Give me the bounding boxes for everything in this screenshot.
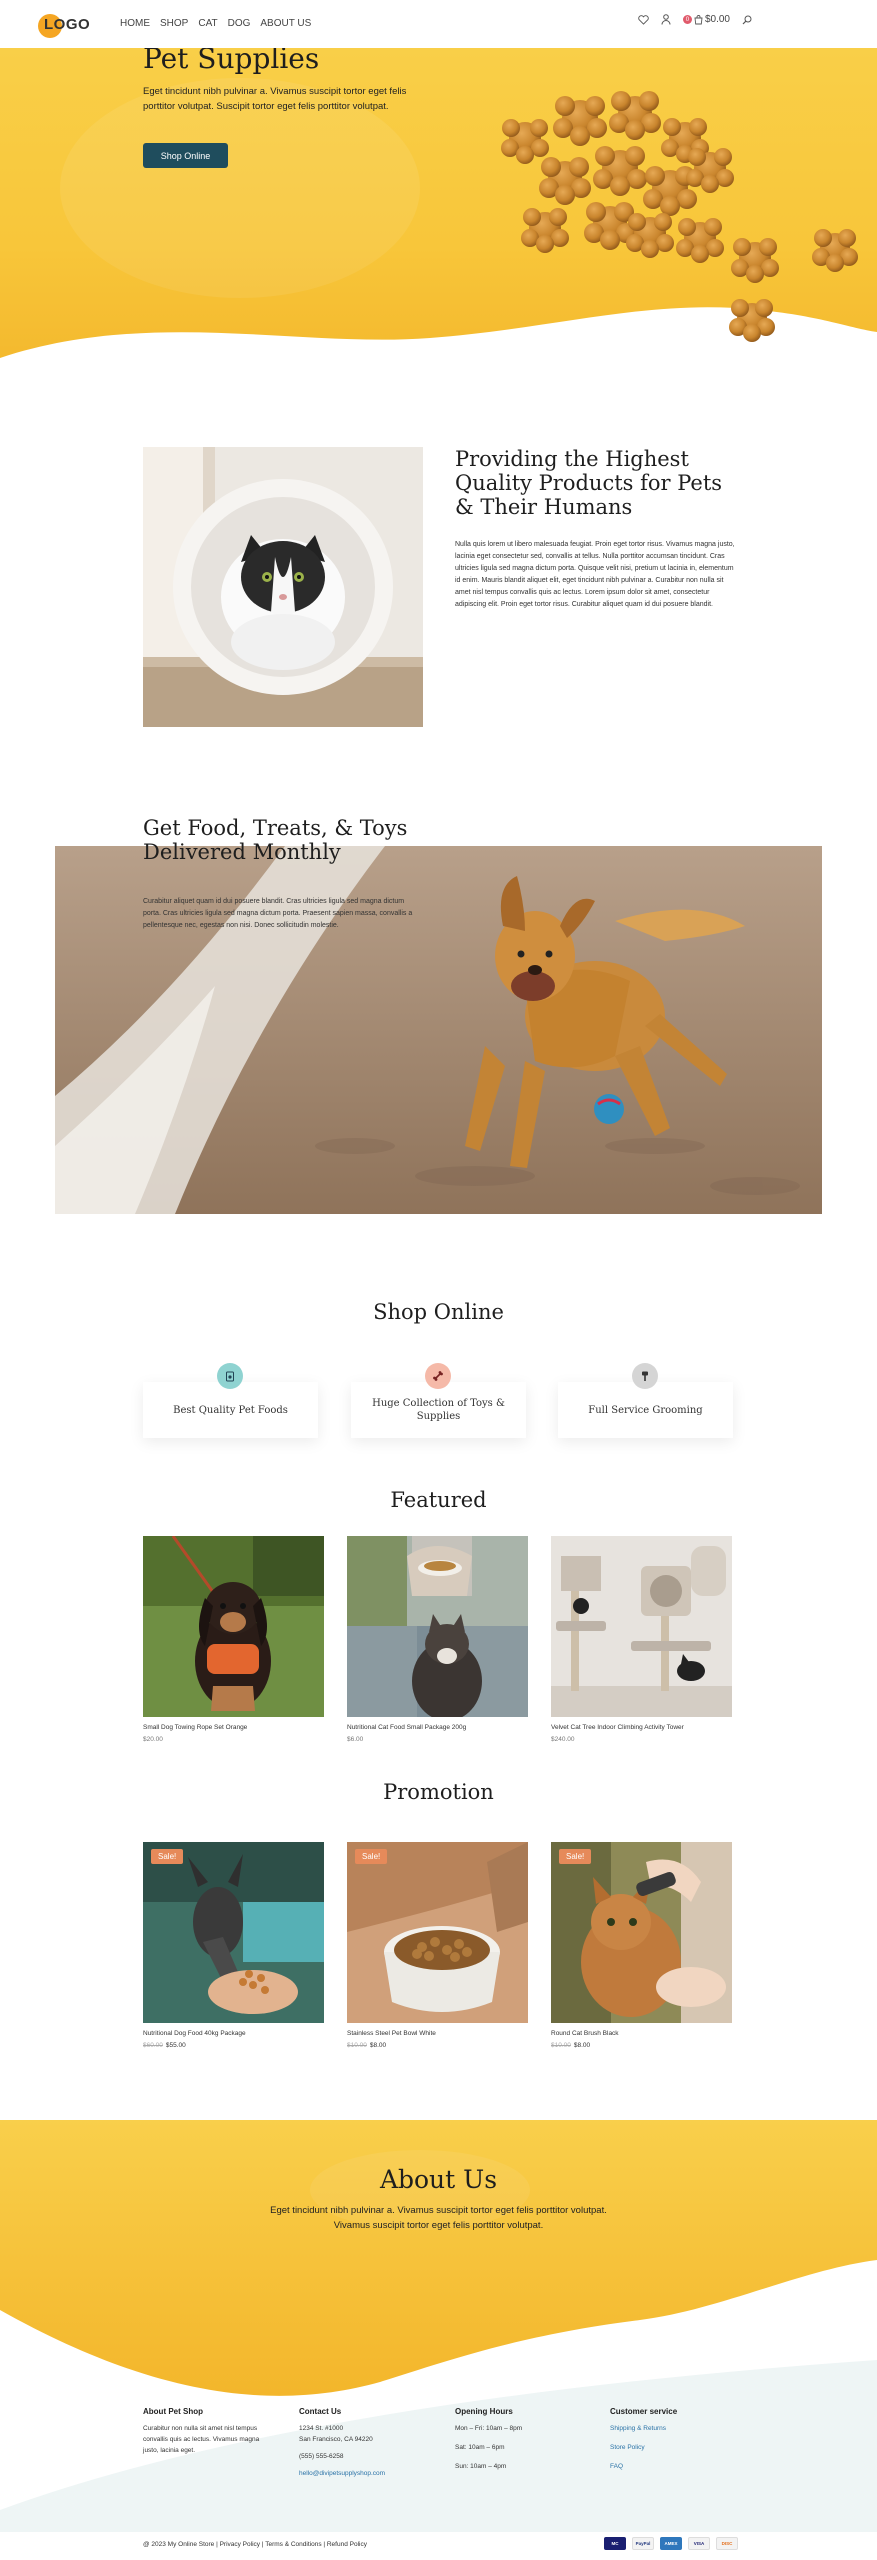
product-name[interactable]: Round Cat Brush Black [551, 2030, 732, 2037]
food-text: Curabitur aliquet quam id dui posuere bl… [143, 898, 413, 929]
product-name[interactable]: Velvet Cat Tree Indoor Climbing Activity… [551, 1724, 732, 1731]
footer-address-line2: San Francisco, CA 94220 [299, 2436, 373, 2443]
product-name[interactable]: Stainless Steel Pet Bowl White [347, 2030, 528, 2037]
old-price: $10.00 [347, 2042, 367, 2049]
nav-shop[interactable]: SHOP [160, 18, 188, 29]
payment-label: PayPal [635, 2541, 651, 2546]
user-icon[interactable] [661, 14, 671, 25]
providing-text: Nulla quis lorem ut libero malesuada feu… [455, 541, 735, 608]
shop-online-button[interactable]: Shop Online [143, 143, 228, 168]
search-icon[interactable] [742, 15, 752, 25]
nav-cat[interactable]: CAT [198, 18, 217, 29]
sale-badge: Sale! [559, 1849, 592, 1864]
sale-price: $8.00 [369, 2042, 387, 2049]
footer-address-line1: 1234 St. #1000 [299, 2425, 344, 2432]
feature-label: Full Service Grooming [588, 1404, 703, 1416]
main-nav: HOME SHOP CAT DOG ABOUT US [120, 18, 311, 29]
old-price: $60.00 [143, 2042, 163, 2049]
footer-email-link[interactable]: hello@divipetsupplyshop.com [299, 2468, 439, 2479]
header-icons: 0 $0.00 [638, 14, 752, 25]
mastercard-icon: MC [604, 2537, 626, 2550]
product-price: $10.00 $8.00 [347, 2042, 386, 2049]
copyright-text: @ 2023 My Online Store | Privacy Policy … [143, 2541, 367, 2548]
footer-service-column: Customer service Shipping & Returns Stor… [610, 2406, 750, 2472]
cart-link[interactable]: 0 $0.00 [682, 14, 730, 25]
product-price: $240.00 [551, 1736, 575, 1743]
nav-home[interactable]: HOME [120, 18, 150, 29]
shop-online-title: Shop Online [373, 1300, 504, 1324]
grooming-brush-icon [632, 1363, 658, 1389]
site-header: LOGO HOME SHOP CAT DOG ABOUT US 0 $0.00 [0, 0, 877, 48]
product-price: $20.00 [143, 1736, 163, 1743]
visa-icon: VISA [688, 2537, 710, 2550]
providing-title: Providing the Highest Quality Products f… [455, 447, 723, 519]
cat-in-bed-image [143, 447, 423, 727]
footer-service-title: Customer service [610, 2407, 678, 2416]
about-title: About Us [379, 2165, 498, 2194]
about-text: Eget tincidunt nibh pulvinar a. Vivamus … [270, 2205, 607, 2231]
footer-about-column: About Pet Shop Curabitur non nulla sit a… [143, 2406, 283, 2456]
footer-link-shipping[interactable]: Shipping & Returns [610, 2423, 750, 2434]
footer-contact-column: Contact Us 1234 St. #1000 San Francisco,… [299, 2406, 439, 2479]
cart-count-badge: 0 [682, 15, 692, 24]
footer-hours-title: Opening Hours [455, 2407, 513, 2416]
feature-card-full-service-grooming[interactable]: Full Service Grooming [558, 1382, 733, 1438]
hero-section [0, 48, 877, 378]
payment-label: AMEX [664, 2541, 678, 2546]
product-name[interactable]: Nutritional Dog Food 40kg Package [143, 2030, 324, 2037]
product-image-cat-brush[interactable] [551, 1842, 732, 2023]
logo-text: LOGO [44, 16, 91, 33]
feature-card-huge-collection[interactable]: Huge Collection of Toys & Supplies [351, 1382, 526, 1438]
product-image-dog-food-40kg[interactable] [143, 1842, 324, 2023]
food-bag-icon [217, 1363, 243, 1389]
footer-phone[interactable]: (555) 555-6258 [299, 2451, 439, 2462]
product-image-pet-bowl[interactable] [347, 1842, 528, 2023]
feature-label: Best Quality Pet Foods [173, 1404, 288, 1416]
old-price: $10.00 [551, 2042, 571, 2049]
footer-hours-saturday: Sat: 10am – 6pm [455, 2444, 505, 2451]
product-image-cat-tree[interactable] [551, 1536, 732, 1717]
product-name[interactable]: Small Dog Towing Rope Set Orange [143, 1724, 324, 1731]
sale-badge: Sale! [355, 1849, 388, 1864]
nav-about-us[interactable]: ABOUT US [260, 18, 311, 29]
food-title: Get Food, Treats, & Toys Delivered Month… [143, 816, 408, 864]
product-price: $10.00 $8.00 [551, 2042, 590, 2049]
cart-icon [694, 14, 703, 24]
heart-icon[interactable] [638, 14, 649, 25]
bone-toy-icon [425, 1363, 451, 1389]
footer-hours-weekday: Mon – Fri: 10am – 8pm [455, 2425, 523, 2432]
footer-contact-title: Contact Us [299, 2407, 342, 2416]
discover-icon: DISC [716, 2537, 738, 2550]
pet-food-kibble-image [501, 91, 858, 342]
featured-title: Featured [390, 1488, 487, 1512]
product-image-cat-food[interactable] [347, 1536, 528, 1717]
sale-price: $8.00 [573, 2042, 591, 2049]
feature-card-best-quality-pet-foods[interactable]: Best Quality Pet Foods [143, 1382, 318, 1438]
product-price: $6.00 [347, 1736, 364, 1743]
hero-text: Eget tincidunt nibh pulvinar a. Vivamus … [143, 86, 407, 112]
payment-label: VISA [693, 2541, 705, 2546]
paypal-icon: PayPal [632, 2537, 654, 2550]
footer-hours-sunday: Sun: 10am – 4pm [455, 2463, 507, 2470]
product-price: $60.00 $55.00 [143, 2042, 186, 2049]
footer-hours-column: Opening Hours Mon – Fri: 10am – 8pm Sat:… [455, 2406, 595, 2472]
logo[interactable]: LOGO [36, 10, 92, 40]
amex-icon: AMEX [660, 2537, 682, 2550]
footer-about-title: About Pet Shop [143, 2407, 203, 2416]
footer-about-text: Curabitur non nulla sit amet nisl tempus… [143, 2425, 260, 2454]
footer-link-store-policy[interactable]: Store Policy [610, 2442, 750, 2453]
sale-badge: Sale! [151, 1849, 184, 1864]
nav-dog[interactable]: DOG [228, 18, 251, 29]
promotion-title: Promotion [383, 1780, 494, 1804]
payment-label: DISC [721, 2541, 733, 2546]
sale-price: $55.00 [165, 2042, 186, 2049]
cart-total: $0.00 [704, 14, 730, 25]
feature-label: Huge Collection of Toys & Supplies [372, 1398, 505, 1422]
product-name[interactable]: Nutritional Cat Food Small Package 200g [347, 1724, 528, 1731]
footer-link-faq[interactable]: FAQ [610, 2461, 750, 2472]
product-image-dog-rope-set[interactable] [143, 1536, 324, 1717]
payment-label: MC [611, 2541, 619, 2546]
